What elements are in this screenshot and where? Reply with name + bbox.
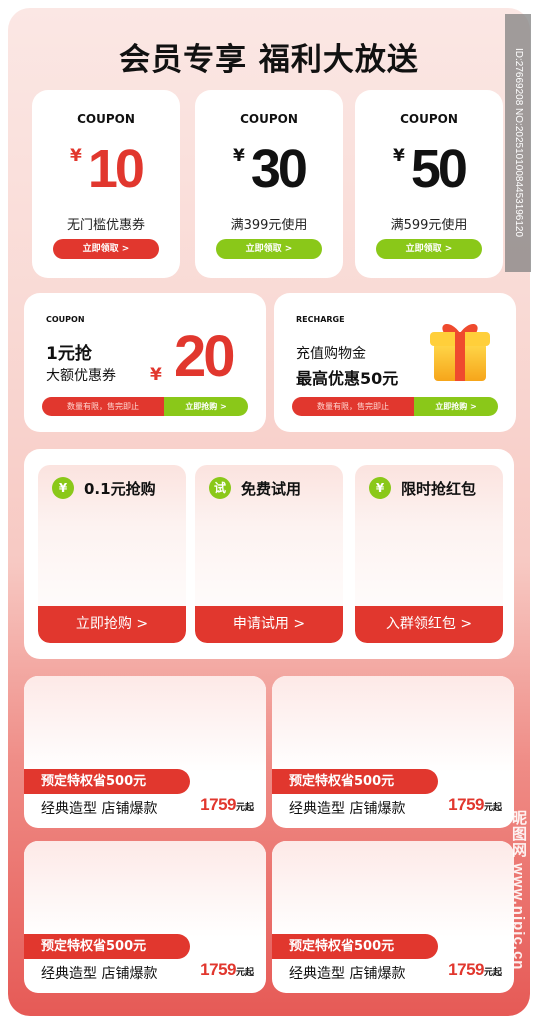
presale-badge: 预定特权省500元	[24, 934, 190, 959]
coupon-amount: ¥30	[195, 138, 343, 200]
activity-card-flash-buy: ¥ 0.1元抢购 立即抢购 >	[38, 465, 186, 643]
coupon-value: 50	[410, 139, 468, 199]
product-price: 1759元起	[448, 795, 502, 815]
one-yuan-coupon-card: COUPON 1元抢 大额优惠券 ¥ 20 数量有限，售完即止 立即抢购 >	[24, 293, 266, 432]
flash-buy-button[interactable]: 立即抢购 >	[38, 606, 186, 643]
activity-card-free-trial: 试 免费试用 申请试用 >	[195, 465, 343, 643]
coupon-desc: 无门槛优惠券	[66, 218, 145, 233]
activity-title: 0.1元抢购	[84, 479, 156, 498]
stock-notice: 数量有限，售完即止	[292, 397, 414, 416]
product-name: 经典造型 店铺爆款	[289, 801, 406, 817]
presale-badge: 预定特权省500元	[272, 769, 438, 794]
coupon-desc: 满399元使用	[230, 218, 308, 233]
watermark-id: ID:27669208 NO:20251010084453196120	[505, 14, 531, 272]
activity-card-red-packet: ¥ 限时抢红包 入群领红包 >	[355, 465, 503, 643]
coupon-desc: 满599元使用	[390, 218, 468, 233]
product-name: 经典造型 店铺爆款	[41, 801, 158, 817]
card-tag: RECHARGE	[296, 315, 345, 324]
coupon-amount: ¥50	[355, 138, 503, 200]
activity-title: 免费试用	[241, 479, 302, 498]
stock-notice: 数量有限，售完即止	[42, 397, 164, 416]
price-unit: 元起	[483, 968, 502, 978]
product-image	[24, 676, 266, 772]
currency-symbol: ¥	[150, 365, 162, 385]
activity-title: 限时抢红包	[401, 479, 477, 498]
price-unit: 元起	[483, 803, 502, 813]
product-card[interactable]: 预定特权省500元 经典造型 店铺爆款 1759元起	[24, 841, 266, 993]
coupon-card-30: COUPON ¥30 满399元使用 立即领取 >	[195, 90, 343, 278]
claim-coupon-button[interactable]: 立即领取 >	[53, 239, 159, 259]
grab-now-button[interactable]: 立即抢购 >	[164, 397, 248, 416]
coupon-value: 30	[250, 139, 308, 199]
price-value: 1759	[200, 960, 236, 979]
price-unit: 元起	[235, 803, 254, 813]
product-price: 1759元起	[200, 960, 254, 980]
product-image	[272, 676, 514, 772]
watermark-site: 昵图网 www.nipic.cn	[510, 810, 527, 971]
card-tag: COUPON	[46, 315, 85, 324]
coupon-value: 10	[87, 139, 145, 199]
product-name: 经典造型 店铺爆款	[289, 966, 406, 982]
gift-box-icon	[430, 323, 490, 381]
coupon-label: COUPON	[240, 112, 298, 126]
presale-badge: 预定特权省500元	[272, 934, 438, 959]
page-title: 会员专享 福利大放送	[119, 42, 419, 78]
promo-amount: 20	[174, 324, 235, 389]
recharge-card: RECHARGE 充值购物金 最高优惠50元 数量有限，售完即止 立即抢购 >	[274, 293, 516, 432]
coupon-card-50: COUPON ¥50 满599元使用 立即领取 >	[355, 90, 503, 278]
coupon-amount: ¥10	[32, 138, 180, 200]
promo-subline: 充值购物金	[296, 346, 366, 362]
yen-icon: ¥	[52, 477, 74, 499]
apply-trial-button[interactable]: 申请试用 >	[195, 606, 343, 643]
coupon-label: COUPON	[77, 112, 135, 126]
product-card[interactable]: 预定特权省500元 经典造型 店铺爆款 1759元起	[272, 841, 514, 993]
grab-bar: 数量有限，售完即止 立即抢购 >	[292, 397, 498, 416]
promo-headline: 1元抢	[46, 344, 92, 364]
price-unit: 元起	[235, 968, 254, 978]
promo-headline: 最高优惠50元	[296, 369, 399, 388]
product-card[interactable]: 预定特权省500元 经典造型 店铺爆款 1759元起	[24, 676, 266, 828]
product-name: 经典造型 店铺爆款	[41, 966, 158, 982]
currency-symbol: ¥	[70, 146, 82, 166]
presale-badge: 预定特权省500元	[24, 769, 190, 794]
claim-coupon-button[interactable]: 立即领取 >	[376, 239, 482, 259]
trial-icon: 试	[209, 477, 231, 499]
currency-symbol: ¥	[233, 146, 245, 166]
grab-now-button[interactable]: 立即抢购 >	[414, 397, 498, 416]
yen-icon: ¥	[369, 477, 391, 499]
join-group-button[interactable]: 入群领红包 >	[355, 606, 503, 643]
product-price: 1759元起	[448, 960, 502, 980]
activity-panel: ¥ 0.1元抢购 立即抢购 > 试 免费试用 申请试用 > ¥ 限时抢红包 入群…	[24, 449, 514, 659]
product-image	[272, 841, 514, 937]
claim-coupon-button[interactable]: 立即领取 >	[216, 239, 322, 259]
coupon-card-10: COUPON ¥10 无门槛优惠券 立即领取 >	[32, 90, 180, 278]
product-card[interactable]: 预定特权省500元 经典造型 店铺爆款 1759元起	[272, 676, 514, 828]
product-image	[24, 841, 266, 937]
price-value: 1759	[200, 795, 236, 814]
coupon-label: COUPON	[400, 112, 458, 126]
currency-symbol: ¥	[393, 146, 405, 166]
promo-page: 会员专享 福利大放送 COUPON ¥10 无门槛优惠券 立即领取 > COUP…	[8, 8, 530, 1016]
promo-subline: 大额优惠券	[46, 368, 116, 384]
grab-bar: 数量有限，售完即止 立即抢购 >	[42, 397, 248, 416]
product-price: 1759元起	[200, 795, 254, 815]
price-value: 1759	[448, 795, 484, 814]
price-value: 1759	[448, 960, 484, 979]
